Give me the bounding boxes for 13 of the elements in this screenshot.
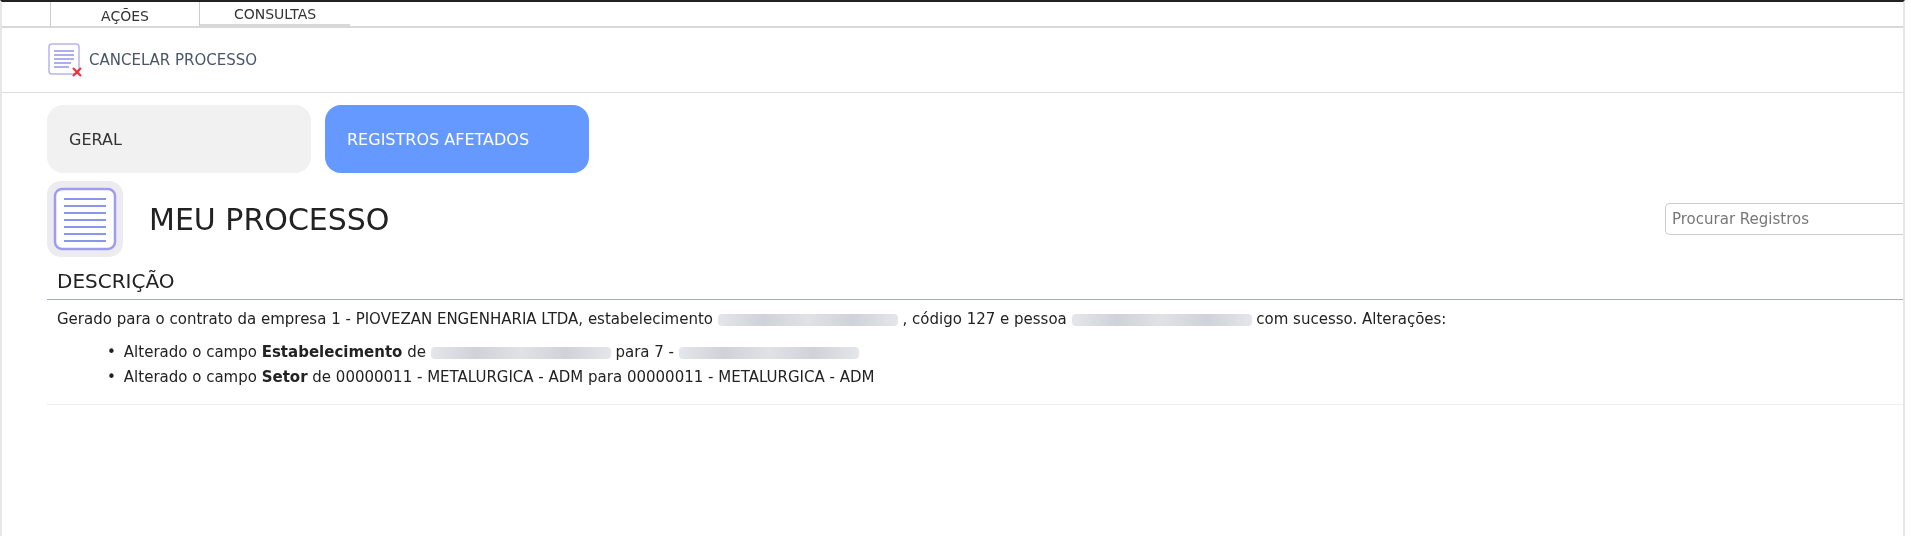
bullet: • [107,367,116,388]
change-item: Alterado o campo Setor de 00000011 - METALURGICA - ADM para 00000011 - METALURGICA - ADM [123,367,875,388]
search-field[interactable]: Procurar Registros [1665,203,1903,235]
document-icon [47,181,123,257]
page-title: MEU PROCESSO [149,201,390,237]
section-tab[interactable]: GERAL [47,105,311,173]
tab[interactable]: AÇÕES [50,2,200,26]
section-heading: DESCRIÇÃO [47,269,1903,300]
cancel-process-button[interactable]: CANCELAR PROCESSO [47,42,258,78]
document-cancel-icon [47,42,83,78]
description-text: Gerado para o contrato da empresa 1 - PIOVEZAN ENGENHARIA LTDA, estabelecimento , código 127 e pessoa com sucesso. Alterações: [57,310,1448,328]
change-item: Alterado o campo Estabelecimento de para 7 - [123,340,859,365]
bullet: • [107,342,116,363]
